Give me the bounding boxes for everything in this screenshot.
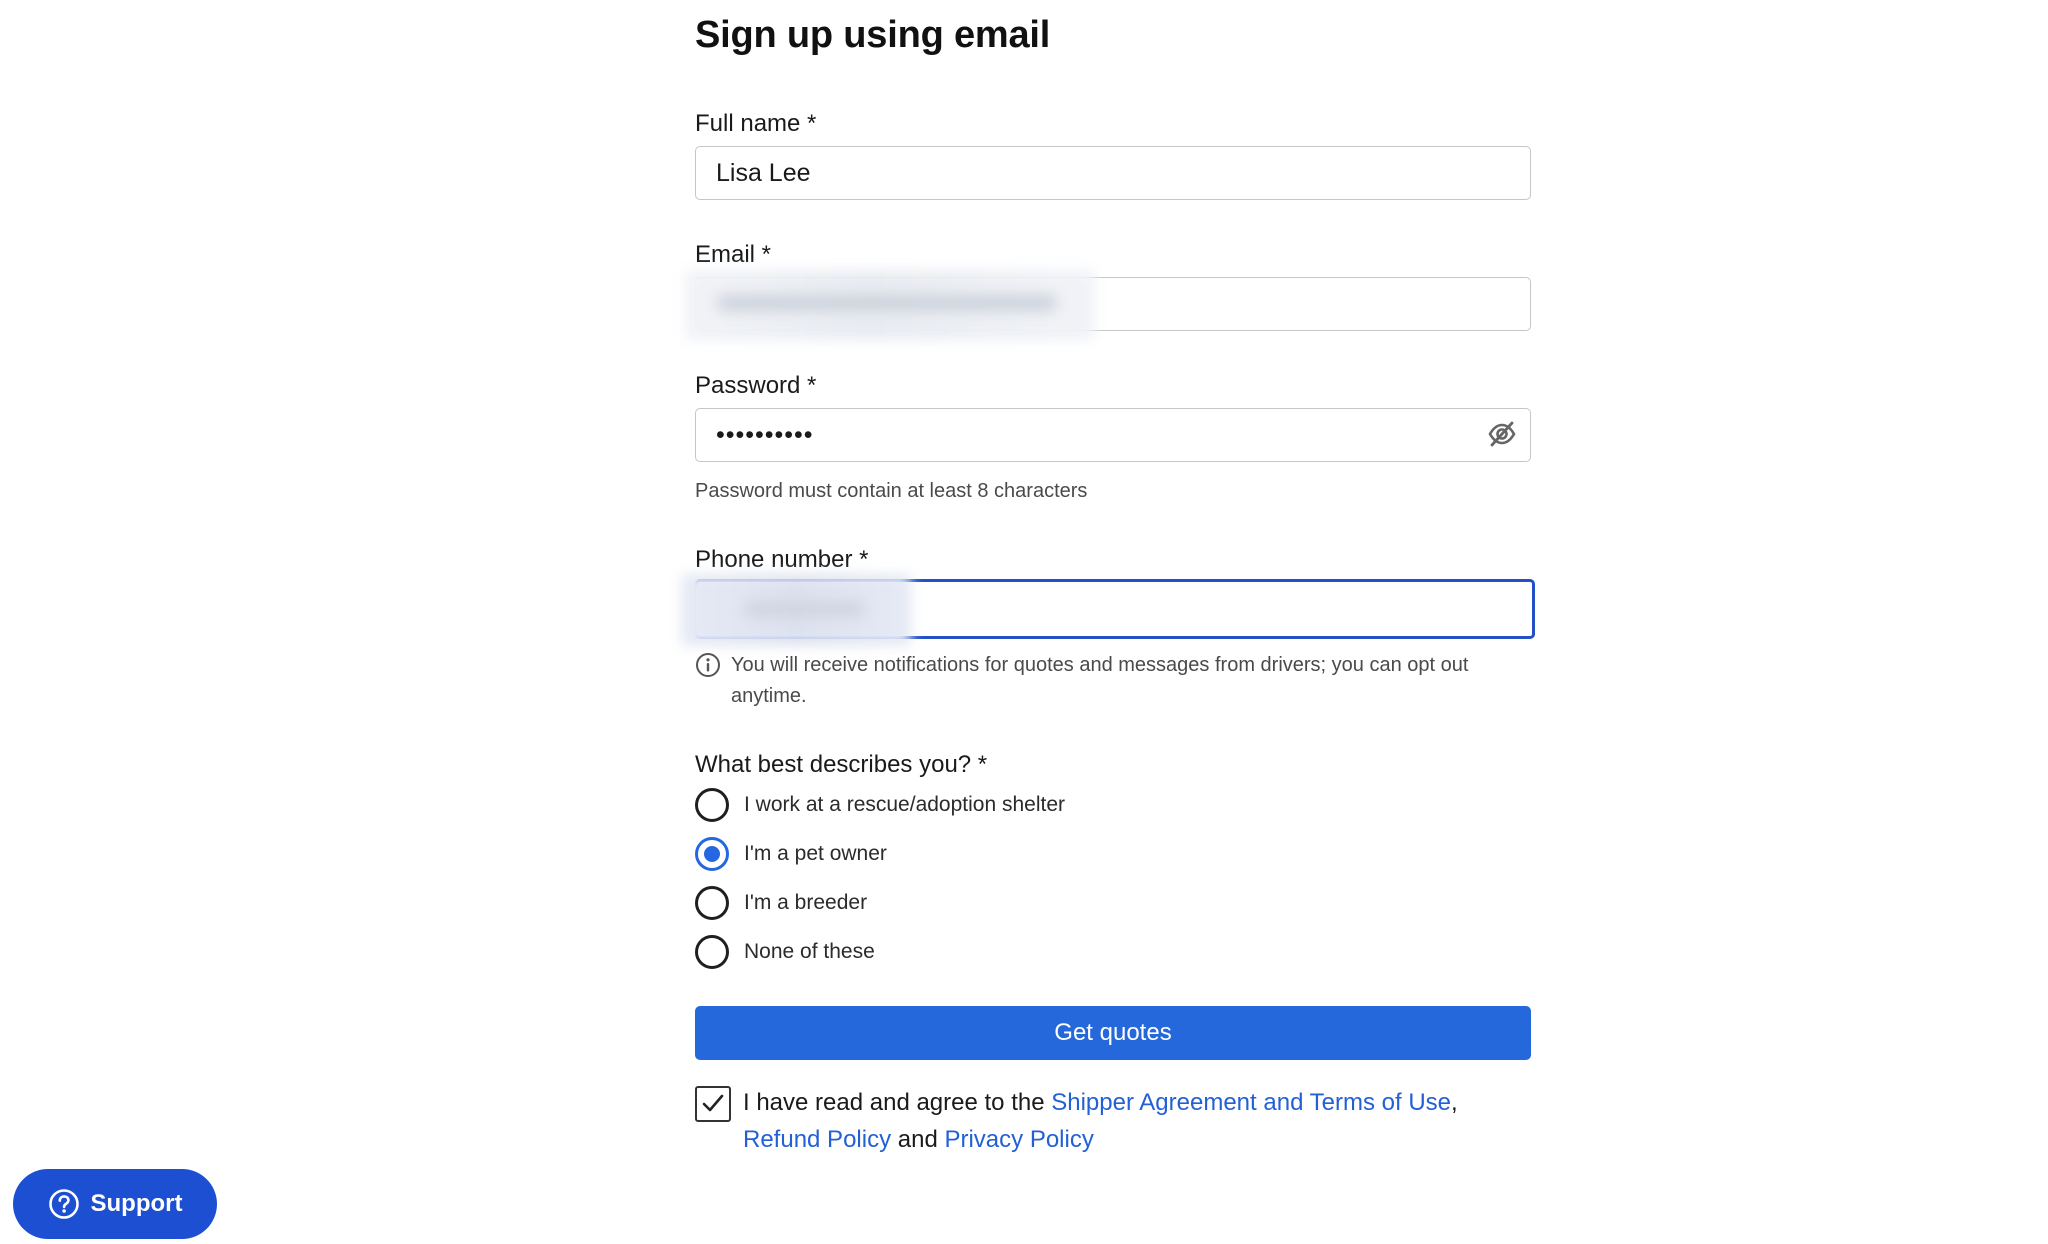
radio-none[interactable] [695, 935, 729, 969]
privacy-policy-link[interactable]: Privacy Policy [944, 1126, 1093, 1153]
describe-question: What best describes you? * [695, 751, 988, 778]
email-redaction-text [717, 296, 1057, 310]
phone-info-text: You will receive notifications for quote… [731, 654, 1469, 707]
radio-label: I'm a breeder [744, 891, 868, 914]
agreement-prefix: I have read and agree to the [743, 1089, 1052, 1116]
radio-label: I work at a rescue/adoption shelter [744, 793, 1066, 816]
get-quotes-button[interactable]: Get quotes [695, 1006, 1531, 1060]
agreement-comma: , [1451, 1089, 1458, 1116]
password-label: Password * [695, 372, 817, 399]
checkmark-icon [702, 1094, 724, 1112]
radio-shelter[interactable] [695, 788, 729, 822]
radio-option-shelter[interactable]: I work at a rescue/adoption shelter [695, 786, 1065, 824]
radio-label: I'm a pet owner [744, 842, 887, 865]
phone-label: Phone number * [695, 546, 869, 573]
agreement-text: I have read and agree to the Shipper Agr… [743, 1084, 1523, 1158]
agreement-row: I have read and agree to the Shipper Agr… [695, 1086, 1531, 1158]
agreement-and: and [891, 1126, 945, 1153]
refund-policy-link[interactable]: Refund Policy [743, 1126, 891, 1153]
radio-option-pet-owner[interactable]: I'm a pet owner [695, 835, 887, 873]
info-icon [696, 653, 720, 677]
agreement-checkbox[interactable] [695, 1086, 731, 1122]
password-hint: Password must contain at least 8 charact… [695, 480, 1088, 502]
radio-breeder[interactable] [695, 886, 729, 920]
radio-pet-owner[interactable] [695, 837, 729, 871]
support-button[interactable]: Support [13, 1169, 217, 1239]
support-label: Support [90, 1190, 183, 1217]
phone-info: You will receive notifications for quote… [695, 650, 1531, 712]
terms-link[interactable]: Shipper Agreement and Terms of Use [1051, 1089, 1451, 1116]
radio-option-breeder[interactable]: I'm a breeder [695, 884, 867, 922]
page-title: Sign up using email [695, 14, 1051, 56]
radio-option-none[interactable]: None of these [695, 933, 875, 971]
signup-page: Sign up using email Full name * Email * … [0, 0, 2048, 1244]
full-name-label: Full name * [695, 110, 817, 137]
password-input[interactable] [695, 408, 1531, 462]
phone-redaction-text [745, 602, 865, 616]
radio-label: None of these [744, 940, 875, 963]
eye-slash-icon[interactable] [1487, 421, 1517, 447]
full-name-input[interactable] [695, 146, 1531, 200]
help-icon [48, 1189, 79, 1219]
email-label: Email * [695, 241, 772, 268]
